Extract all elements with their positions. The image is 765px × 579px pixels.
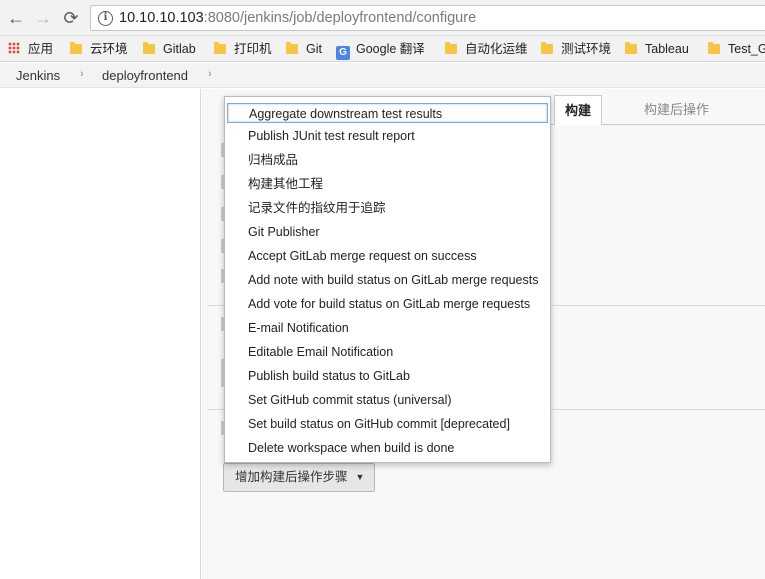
menu-item-publish-junit[interactable]: Publish JUnit test result report [248,126,415,146]
menu-item-git-publisher[interactable]: Git Publisher [248,222,320,242]
breadcrumb-job[interactable]: deployfrontend [102,68,188,83]
side-panel [0,89,201,579]
folder-icon [214,42,226,54]
folder-icon [70,42,82,54]
add-post-build-step-button[interactable]: 增加构建后操作步骤 ▼ [223,463,376,492]
browser-toolbar: ← → ⟳ i 10.10.10.103:8080/jenkins/job/de… [0,0,765,36]
folder-icon [143,42,155,54]
menu-item-publish-gitlab-status[interactable]: Publish build status to GitLab [248,366,410,386]
breadcrumb: Jenkins › deployfrontend › [0,63,765,88]
folder-icon [541,42,553,54]
menu-item-archive-artifacts[interactable]: 归档成品 [248,150,298,170]
menu-item-aggregate-downstream[interactable]: Aggregate downstream test results [227,103,548,123]
bookmark-tableau[interactable]: Tableau [625,40,689,58]
menu-item-github-status-universal[interactable]: Set GitHub commit status (universal) [248,390,452,410]
apps-icon [8,42,20,54]
info-icon[interactable]: i [98,11,113,26]
url-text: 10.10.10.103:8080/jenkins/job/deployfron… [119,10,476,26]
menu-item-record-fingerprints[interactable]: 记录文件的指纹用于追踪 [248,198,386,218]
bookmark-printer[interactable]: 打印机 [214,40,272,58]
menu-item-gitlab-note[interactable]: Add note with build status on GitLab mer… [248,270,538,290]
bookmark-test-g[interactable]: Test_G [708,40,765,58]
menu-item-gitlab-vote[interactable]: Add vote for build status on GitLab merg… [248,294,530,314]
bookmark-test-env[interactable]: 测试环境 [541,40,611,58]
bookmark-git[interactable]: Git [286,40,322,58]
folder-icon [708,42,720,54]
breadcrumb-jenkins[interactable]: Jenkins [16,68,60,83]
post-build-actions-menu: Aggregate downstream test results Publis… [224,96,551,463]
bookmark-apps[interactable]: 应用 [8,40,53,58]
google-translate-icon: G [336,46,350,60]
url-host: 10.10.10.103 [119,10,204,26]
bookmark-gitlab[interactable]: Gitlab [143,40,196,58]
folder-icon [445,42,457,54]
menu-item-editable-email[interactable]: Editable Email Notification [248,342,393,362]
folder-icon [625,42,637,54]
menu-item-accept-gitlab-mr[interactable]: Accept GitLab merge request on success [248,246,477,266]
breadcrumb-separator[interactable]: › [80,68,84,80]
add-post-build-step-label: 增加构建后操作步骤 [235,470,348,484]
caret-down-icon: ▼ [355,472,365,482]
menu-item-email-notification[interactable]: E-mail Notification [248,318,349,338]
bookmark-auto-ops[interactable]: 自动化运维 [445,40,528,58]
menu-item-build-other-projects[interactable]: 构建其他工程 [248,174,323,194]
reload-button[interactable]: ⟳ [61,8,81,28]
menu-item-delete-workspace[interactable]: Delete workspace when build is done [248,438,454,458]
address-bar[interactable]: i 10.10.10.103:8080/jenkins/job/deployfr… [90,5,765,31]
bookmarks-bar: 应用 云环境 Gitlab 打印机 Git G Google 翻译 自动化运维 测… [0,36,765,62]
breadcrumb-separator[interactable]: › [208,68,212,80]
forward-button[interactable]: → [33,8,53,28]
tab-post-build[interactable]: 构建后操作 [634,95,719,126]
bookmark-cloud-env[interactable]: 云环境 [70,40,128,58]
menu-item-github-status-deprecated[interactable]: Set build status on GitHub commit [depre… [248,414,510,434]
folder-icon [286,42,298,54]
tab-build[interactable]: 构建 [554,95,603,126]
url-path: :8080/jenkins/job/deployfrontend/configu… [203,10,477,26]
bookmark-google-translate[interactable]: G Google 翻译 [336,40,425,60]
back-button[interactable]: ← [6,8,26,28]
